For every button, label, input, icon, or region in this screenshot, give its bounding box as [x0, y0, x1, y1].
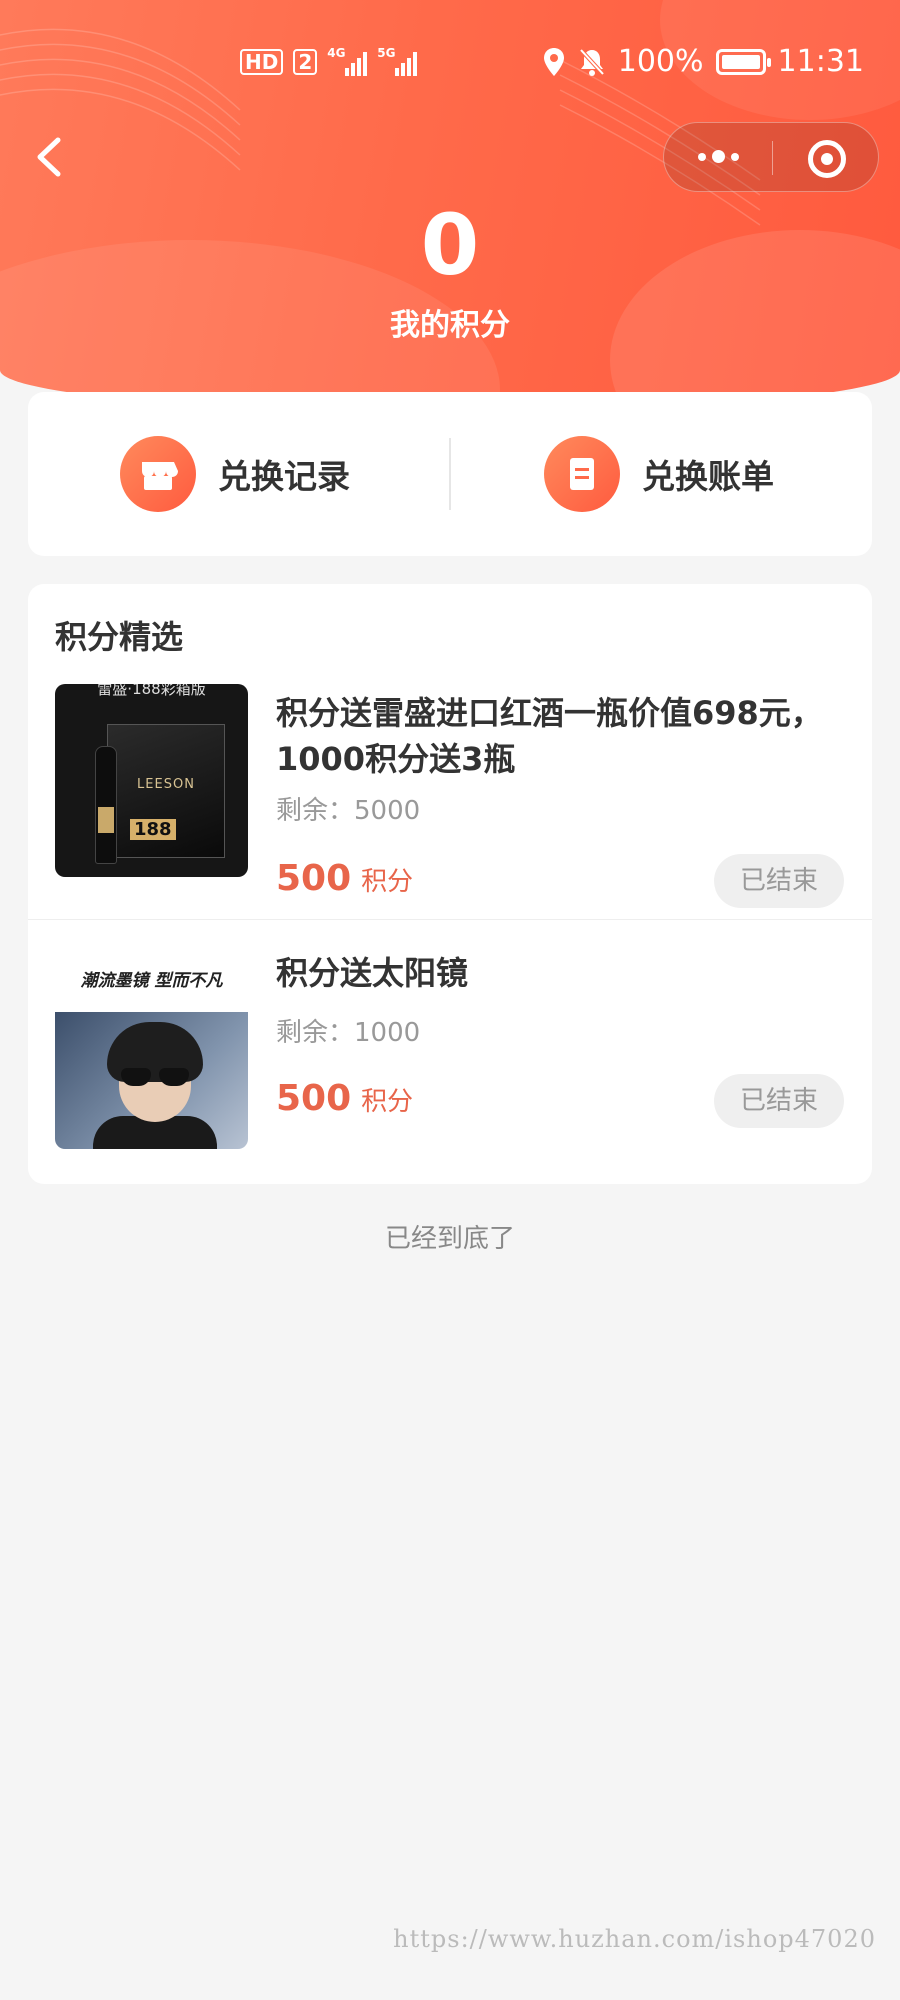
- header-banner: HD 2 4G 5G 100% 11:31 0 我的积分: [0, 0, 900, 410]
- price-unit: 积分: [361, 867, 414, 897]
- location-icon: [543, 47, 564, 76]
- image-caption: 潮流墨镜 型而不凡: [80, 971, 223, 991]
- goods-title[interactable]: 积分送雷盛进口红酒一瓶价值698元，1000积分送3瓶: [276, 690, 836, 782]
- clock: 11:31: [777, 44, 864, 79]
- mute-bell-icon: [579, 48, 605, 76]
- exchange-bill-label: 兑换账单: [642, 457, 774, 496]
- bill-icon: [544, 436, 620, 512]
- exchange-record-label: 兑换记录: [218, 457, 350, 496]
- exchange-record-link[interactable]: 兑换记录: [120, 434, 350, 514]
- hd-badge: HD: [240, 49, 284, 75]
- status-bar: HD 2 4G 5G 100% 11:31: [0, 44, 900, 88]
- signal-icon: 4G: [327, 46, 368, 76]
- points-label: 我的积分: [390, 308, 510, 343]
- points-value: 0: [420, 196, 480, 294]
- goods-price: 500 积分: [276, 858, 413, 899]
- sim-badge: 2: [293, 49, 318, 75]
- end-of-list-text: 已经到底了: [384, 1224, 515, 1254]
- image-number-text: 188: [130, 819, 176, 840]
- sunglasses-graphic: [121, 1068, 151, 1086]
- signal-icon: 5G: [377, 46, 418, 76]
- price-value: 500: [276, 858, 352, 899]
- sunglasses-product-image[interactable]: 潮流墨镜 型而不凡: [55, 956, 248, 1149]
- image-brand-text: LEESON: [137, 777, 195, 792]
- ended-button[interactable]: 已结束: [714, 1074, 844, 1128]
- capsule-divider: [772, 141, 773, 175]
- ended-button[interactable]: 已结束: [714, 854, 844, 908]
- goods-stock: 剩余：1000: [276, 1018, 421, 1048]
- wine-box-graphic: LEESON 188: [107, 724, 225, 858]
- network-type-5g: 5G: [377, 46, 396, 60]
- battery-icon: [715, 48, 771, 75]
- wine-bottle-graphic: [95, 746, 117, 864]
- goods-price: 500 积分: [276, 1078, 413, 1119]
- battery-percent: 100%: [617, 44, 704, 79]
- miniprogram-capsule: [663, 122, 879, 192]
- wine-product-image[interactable]: 雷盛·188彩箱版 LEESON 188: [55, 684, 248, 877]
- goods-item[interactable]: 潮流墨镜 型而不凡 积分送太阳镜 剩余：1000 500 积分 已结束: [28, 920, 872, 1184]
- price-value: 500: [276, 1078, 352, 1119]
- store-icon: [120, 436, 196, 512]
- image-top-text: 雷盛·188彩箱版: [97, 684, 206, 698]
- quick-links-divider: [449, 438, 451, 510]
- section-title: 积分精选: [55, 618, 184, 656]
- goods-item[interactable]: 雷盛·188彩箱版 LEESON 188 积分送雷盛进口红酒一瓶价值698元，1…: [28, 684, 872, 920]
- featured-goods-card: 积分精选 雷盛·188彩箱版 LEESON 188 积分送雷盛进口红酒一瓶价值6…: [28, 584, 872, 1184]
- goods-title[interactable]: 积分送太阳镜: [276, 950, 836, 996]
- quick-links-card: 兑换记录 兑换账单: [28, 392, 872, 556]
- price-unit: 积分: [361, 1087, 414, 1117]
- network-type-4g: 4G: [327, 46, 346, 60]
- watermark: https://www.huzhan.com/ishop47020: [393, 1925, 876, 1953]
- more-dots-icon[interactable]: [698, 150, 739, 163]
- goods-stock: 剩余：5000: [276, 796, 421, 826]
- back-arrow-icon[interactable]: [30, 132, 70, 182]
- exchange-bill-link[interactable]: 兑换账单: [544, 434, 774, 514]
- close-target-icon[interactable]: [808, 140, 846, 178]
- page: HD 2 4G 5G 100% 11:31 0 我的积分 兑换记录 兑换账单 积…: [0, 0, 900, 2000]
